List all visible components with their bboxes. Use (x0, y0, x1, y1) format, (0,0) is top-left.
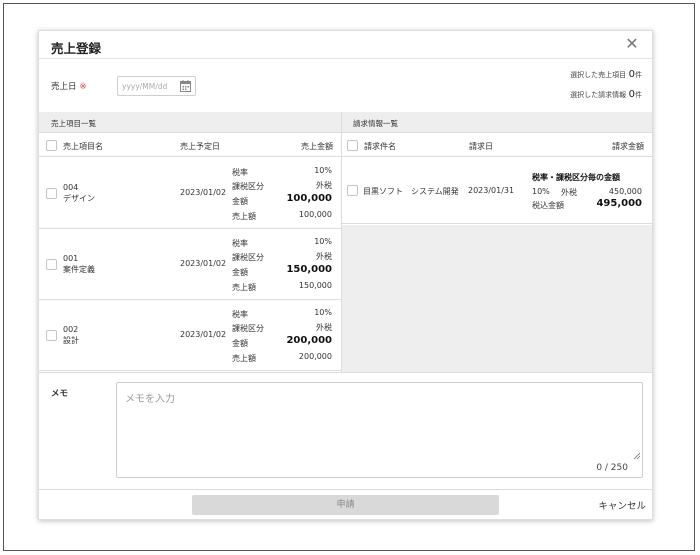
sales-date-input[interactable]: yyyy/MM/dd (117, 76, 196, 96)
amount-label: 金額 (232, 339, 248, 348)
sales-item-checkbox[interactable] (46, 188, 57, 199)
column-invoice-amount: 請求金額 (612, 142, 644, 151)
selected-invoices-label: 選択した請求情報 (570, 91, 627, 99)
column-scheduled-date: 売上予定日 (180, 142, 220, 151)
sales-item-code: 001 (63, 254, 79, 263)
invoice-subtotal: 450,000 (608, 187, 642, 196)
sales-item-code: 004 (63, 183, 79, 192)
invoices-section-header: 請求情報一覧 (342, 112, 652, 133)
apply-button[interactable]: 申請 (192, 495, 499, 515)
sales-items-column-header: 売上項目名 売上予定日 売上金額 (39, 134, 341, 157)
cancel-button[interactable]: キャンセル (598, 498, 646, 512)
invoices-column-header: 請求件名 請求日 請求金額 (342, 134, 652, 157)
sales-date-label: 売上日 ※ (51, 80, 87, 92)
sales-date-label-text: 売上日 (51, 82, 77, 92)
invoice-total-label: 税込金額 (532, 201, 564, 210)
invoice-tax-type: 外税 (561, 188, 577, 197)
column-invoice-date: 請求日 (469, 142, 493, 151)
tax-type-label: 課税区分 (232, 253, 264, 262)
selected-invoices-summary: 選択した請求情報 0件 (570, 89, 642, 100)
tax-rate-label: 税率 (232, 168, 248, 177)
sales-item-row[interactable]: 004 デザイン 2023/01/02 税率 10% 課税区分 外税 金額 10… (39, 158, 341, 229)
column-sales-item-name: 売上項目名 (63, 142, 103, 151)
selected-items-unit: 件 (635, 71, 642, 79)
column-invoice-name: 請求件名 (364, 142, 396, 151)
memo-textarea[interactable]: メモを入力 0 / 250 (116, 382, 643, 478)
memo-placeholder: メモを入力 (125, 394, 175, 405)
calendar-icon[interactable] (180, 80, 191, 92)
sales-item-name: 設計 (63, 336, 79, 345)
sales-item-date: 2023/01/02 (180, 188, 227, 197)
invoices-section-title: 請求情報一覧 (353, 119, 398, 128)
sales-item-row[interactable]: 001 案件定義 2023/01/02 税率 10% 課税区分 外税 金額 15… (39, 229, 341, 300)
sales-item-date: 2023/01/02 (180, 259, 227, 268)
invoice-name: 目黒ソフト システム開発 (363, 187, 459, 196)
amount-label: 金額 (232, 197, 248, 206)
sales-value: 150,000 (298, 281, 332, 290)
amount-value: 150,000 (286, 264, 332, 275)
sales-value: 200,000 (298, 352, 332, 361)
invoice-tax-rate: 10% (532, 187, 550, 196)
sales-item-checkbox[interactable] (46, 330, 57, 341)
sales-label: 売上額 (232, 283, 256, 292)
select-all-sales-items-checkbox[interactable] (46, 140, 57, 151)
tax-rate-value: 10% (314, 166, 332, 175)
selected-items-label: 選択した売上項目 (570, 71, 627, 79)
sales-label: 売上額 (232, 212, 256, 221)
sales-item-checkbox[interactable] (46, 259, 57, 270)
sales-item-name: 案件定義 (63, 265, 95, 274)
tax-type-value: 外税 (316, 252, 332, 261)
dialog-title: 売上登録 (51, 41, 102, 56)
invoice-row[interactable]: 目黒ソフト システム開発 2023/01/31 税率・課税区分毎の金額 10% … (342, 158, 652, 224)
amount-value: 200,000 (286, 335, 332, 346)
sales-item-row[interactable]: 002 設計 2023/01/02 税率 10% 課税区分 外税 金額 200,… (39, 300, 341, 371)
sales-items-section-title: 売上項目一覧 (51, 119, 96, 128)
sales-item-date: 2023/01/02 (180, 330, 227, 339)
invoices-empty-area (342, 225, 652, 372)
select-all-invoices-checkbox[interactable] (347, 140, 358, 151)
sales-registration-dialog: 売上登録 ✕ 売上日 ※ yyyy/MM/dd 選択した売上項目 0件 選択した… (38, 30, 653, 520)
dialog-footer: 申請 キャンセル (39, 489, 652, 520)
invoice-total: 495,000 (596, 198, 642, 209)
sales-value: 100,000 (298, 210, 332, 219)
tax-rate-value: 10% (314, 308, 332, 317)
tax-breakdown-title: 税率・課税区分毎の金額 (532, 173, 620, 182)
required-mark: ※ (79, 82, 87, 92)
column-sales-amount: 売上金額 (301, 142, 333, 151)
selected-invoices-unit: 件 (635, 91, 642, 99)
selected-items-summary: 選択した売上項目 0件 (570, 69, 642, 80)
memo-char-counter: 0 / 250 (596, 463, 628, 473)
invoice-date: 2023/01/31 (468, 186, 515, 195)
sales-items-section-header: 売上項目一覧 (39, 112, 341, 133)
dialog-header: 売上登録 ✕ (39, 31, 652, 59)
tax-type-value: 外税 (316, 323, 332, 332)
tax-type-label: 課税区分 (232, 324, 264, 333)
sales-label: 売上額 (232, 354, 256, 363)
amount-label: 金額 (232, 268, 248, 277)
memo-label: メモ (51, 389, 69, 399)
tax-type-value: 外税 (316, 181, 332, 190)
amount-value: 100,000 (286, 193, 332, 204)
sales-date-placeholder: yyyy/MM/dd (122, 82, 168, 91)
sales-item-name: デザイン (63, 194, 95, 203)
sales-item-code: 002 (63, 325, 79, 334)
tax-type-label: 課税区分 (232, 182, 264, 191)
resize-grip-icon[interactable] (633, 452, 640, 459)
lists-bottom-divider (39, 372, 652, 373)
tax-rate-label: 税率 (232, 310, 248, 319)
tax-rate-label: 税率 (232, 239, 248, 248)
invoice-checkbox[interactable] (347, 185, 358, 196)
close-icon[interactable]: ✕ (622, 34, 642, 54)
tax-rate-value: 10% (314, 237, 332, 246)
